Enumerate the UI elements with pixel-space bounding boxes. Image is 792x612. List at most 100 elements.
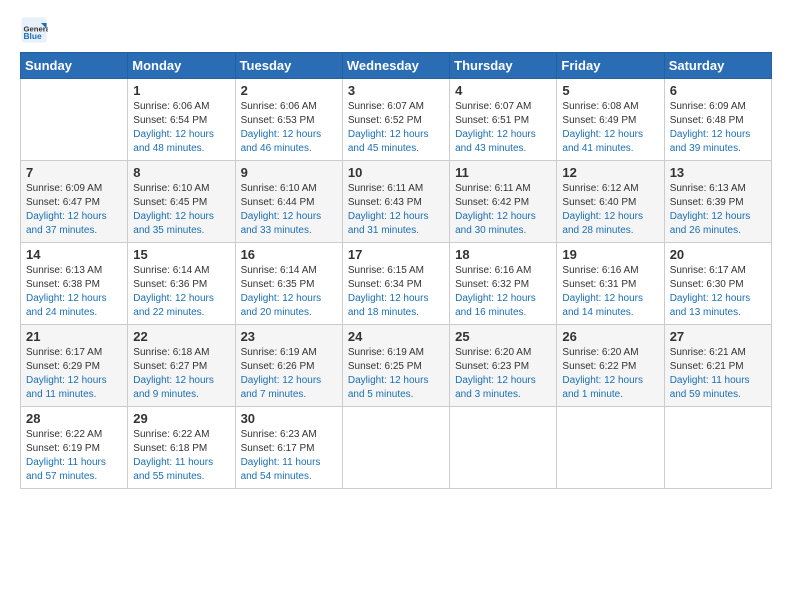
calendar-cell-2-4: 18 Sunrise: 6:16 AM Sunset: 6:32 PM Dayl… xyxy=(450,243,557,325)
day-number: 27 xyxy=(670,329,766,344)
daylight-hours: Daylight: 12 hours and 20 minutes. xyxy=(241,293,322,318)
day-info: Sunrise: 6:14 AM Sunset: 6:35 PM Dayligh… xyxy=(241,264,337,320)
day-info: Sunrise: 6:18 AM Sunset: 6:27 PM Dayligh… xyxy=(133,346,229,402)
daylight-hours: Daylight: 12 hours and 24 minutes. xyxy=(26,293,107,318)
daylight-hours: Daylight: 12 hours and 28 minutes. xyxy=(562,211,643,236)
calendar-cell-2-1: 15 Sunrise: 6:14 AM Sunset: 6:36 PM Dayl… xyxy=(128,243,235,325)
calendar-cell-1-0: 7 Sunrise: 6:09 AM Sunset: 6:47 PM Dayli… xyxy=(21,161,128,243)
calendar-header-wednesday: Wednesday xyxy=(342,53,449,79)
day-info: Sunrise: 6:10 AM Sunset: 6:44 PM Dayligh… xyxy=(241,182,337,238)
calendar-cell-2-3: 17 Sunrise: 6:15 AM Sunset: 6:34 PM Dayl… xyxy=(342,243,449,325)
day-info: Sunrise: 6:19 AM Sunset: 6:26 PM Dayligh… xyxy=(241,346,337,402)
calendar-cell-0-0 xyxy=(21,79,128,161)
day-info: Sunrise: 6:12 AM Sunset: 6:40 PM Dayligh… xyxy=(562,182,658,238)
daylight-hours: Daylight: 12 hours and 26 minutes. xyxy=(670,211,751,236)
day-number: 22 xyxy=(133,329,229,344)
daylight-hours: Daylight: 12 hours and 1 minute. xyxy=(562,375,643,400)
daylight-hours: Daylight: 12 hours and 39 minutes. xyxy=(670,129,751,154)
day-number: 24 xyxy=(348,329,444,344)
day-number: 1 xyxy=(133,83,229,98)
calendar-header-saturday: Saturday xyxy=(664,53,771,79)
calendar-cell-1-3: 10 Sunrise: 6:11 AM Sunset: 6:43 PM Dayl… xyxy=(342,161,449,243)
daylight-hours: Daylight: 12 hours and 30 minutes. xyxy=(455,211,536,236)
day-info: Sunrise: 6:20 AM Sunset: 6:23 PM Dayligh… xyxy=(455,346,551,402)
day-number: 26 xyxy=(562,329,658,344)
day-info: Sunrise: 6:11 AM Sunset: 6:42 PM Dayligh… xyxy=(455,182,551,238)
calendar-cell-2-2: 16 Sunrise: 6:14 AM Sunset: 6:35 PM Dayl… xyxy=(235,243,342,325)
day-info: Sunrise: 6:21 AM Sunset: 6:21 PM Dayligh… xyxy=(670,346,766,402)
daylight-hours: Daylight: 11 hours and 54 minutes. xyxy=(241,457,321,482)
header: General Blue xyxy=(20,16,772,44)
day-number: 8 xyxy=(133,165,229,180)
day-number: 14 xyxy=(26,247,122,262)
day-info: Sunrise: 6:08 AM Sunset: 6:49 PM Dayligh… xyxy=(562,100,658,156)
day-info: Sunrise: 6:07 AM Sunset: 6:52 PM Dayligh… xyxy=(348,100,444,156)
day-number: 6 xyxy=(670,83,766,98)
calendar-header-friday: Friday xyxy=(557,53,664,79)
daylight-hours: Daylight: 12 hours and 18 minutes. xyxy=(348,293,429,318)
calendar-cell-4-5 xyxy=(557,407,664,489)
day-number: 28 xyxy=(26,411,122,426)
daylight-hours: Daylight: 11 hours and 57 minutes. xyxy=(26,457,106,482)
daylight-hours: Daylight: 12 hours and 33 minutes. xyxy=(241,211,322,236)
daylight-hours: Daylight: 12 hours and 14 minutes. xyxy=(562,293,643,318)
day-number: 29 xyxy=(133,411,229,426)
day-number: 11 xyxy=(455,165,551,180)
day-number: 25 xyxy=(455,329,551,344)
day-info: Sunrise: 6:14 AM Sunset: 6:36 PM Dayligh… xyxy=(133,264,229,320)
day-number: 4 xyxy=(455,83,551,98)
day-number: 10 xyxy=(348,165,444,180)
daylight-hours: Daylight: 12 hours and 46 minutes. xyxy=(241,129,322,154)
day-info: Sunrise: 6:16 AM Sunset: 6:32 PM Dayligh… xyxy=(455,264,551,320)
day-info: Sunrise: 6:22 AM Sunset: 6:19 PM Dayligh… xyxy=(26,428,122,484)
daylight-hours: Daylight: 12 hours and 31 minutes. xyxy=(348,211,429,236)
calendar-cell-4-0: 28 Sunrise: 6:22 AM Sunset: 6:19 PM Dayl… xyxy=(21,407,128,489)
calendar-cell-3-0: 21 Sunrise: 6:17 AM Sunset: 6:29 PM Dayl… xyxy=(21,325,128,407)
calendar-week-1: 7 Sunrise: 6:09 AM Sunset: 6:47 PM Dayli… xyxy=(21,161,772,243)
logo-icon: General Blue xyxy=(20,16,48,44)
day-number: 21 xyxy=(26,329,122,344)
calendar-cell-0-2: 2 Sunrise: 6:06 AM Sunset: 6:53 PM Dayli… xyxy=(235,79,342,161)
daylight-hours: Daylight: 11 hours and 55 minutes. xyxy=(133,457,213,482)
calendar-header-tuesday: Tuesday xyxy=(235,53,342,79)
day-info: Sunrise: 6:22 AM Sunset: 6:18 PM Dayligh… xyxy=(133,428,229,484)
calendar-cell-2-0: 14 Sunrise: 6:13 AM Sunset: 6:38 PM Dayl… xyxy=(21,243,128,325)
calendar-cell-3-5: 26 Sunrise: 6:20 AM Sunset: 6:22 PM Dayl… xyxy=(557,325,664,407)
calendar-cell-3-1: 22 Sunrise: 6:18 AM Sunset: 6:27 PM Dayl… xyxy=(128,325,235,407)
day-info: Sunrise: 6:20 AM Sunset: 6:22 PM Dayligh… xyxy=(562,346,658,402)
calendar-cell-1-2: 9 Sunrise: 6:10 AM Sunset: 6:44 PM Dayli… xyxy=(235,161,342,243)
daylight-hours: Daylight: 11 hours and 59 minutes. xyxy=(670,375,750,400)
calendar-header-sunday: Sunday xyxy=(21,53,128,79)
calendar-cell-4-3 xyxy=(342,407,449,489)
daylight-hours: Daylight: 12 hours and 16 minutes. xyxy=(455,293,536,318)
daylight-hours: Daylight: 12 hours and 35 minutes. xyxy=(133,211,214,236)
calendar-cell-3-4: 25 Sunrise: 6:20 AM Sunset: 6:23 PM Dayl… xyxy=(450,325,557,407)
logo: General Blue xyxy=(20,16,52,44)
daylight-hours: Daylight: 12 hours and 3 minutes. xyxy=(455,375,536,400)
calendar-cell-4-1: 29 Sunrise: 6:22 AM Sunset: 6:18 PM Dayl… xyxy=(128,407,235,489)
daylight-hours: Daylight: 12 hours and 45 minutes. xyxy=(348,129,429,154)
day-number: 20 xyxy=(670,247,766,262)
day-info: Sunrise: 6:16 AM Sunset: 6:31 PM Dayligh… xyxy=(562,264,658,320)
daylight-hours: Daylight: 12 hours and 43 minutes. xyxy=(455,129,536,154)
day-info: Sunrise: 6:15 AM Sunset: 6:34 PM Dayligh… xyxy=(348,264,444,320)
daylight-hours: Daylight: 12 hours and 48 minutes. xyxy=(133,129,214,154)
daylight-hours: Daylight: 12 hours and 9 minutes. xyxy=(133,375,214,400)
day-number: 13 xyxy=(670,165,766,180)
calendar-header-monday: Monday xyxy=(128,53,235,79)
day-number: 30 xyxy=(241,411,337,426)
calendar-cell-2-6: 20 Sunrise: 6:17 AM Sunset: 6:30 PM Dayl… xyxy=(664,243,771,325)
day-number: 18 xyxy=(455,247,551,262)
calendar-cell-0-5: 5 Sunrise: 6:08 AM Sunset: 6:49 PM Dayli… xyxy=(557,79,664,161)
day-info: Sunrise: 6:06 AM Sunset: 6:53 PM Dayligh… xyxy=(241,100,337,156)
day-info: Sunrise: 6:07 AM Sunset: 6:51 PM Dayligh… xyxy=(455,100,551,156)
day-number: 3 xyxy=(348,83,444,98)
day-number: 15 xyxy=(133,247,229,262)
calendar-cell-0-1: 1 Sunrise: 6:06 AM Sunset: 6:54 PM Dayli… xyxy=(128,79,235,161)
calendar-week-4: 28 Sunrise: 6:22 AM Sunset: 6:19 PM Dayl… xyxy=(21,407,772,489)
calendar-cell-1-1: 8 Sunrise: 6:10 AM Sunset: 6:45 PM Dayli… xyxy=(128,161,235,243)
calendar-cell-0-3: 3 Sunrise: 6:07 AM Sunset: 6:52 PM Dayli… xyxy=(342,79,449,161)
day-info: Sunrise: 6:09 AM Sunset: 6:47 PM Dayligh… xyxy=(26,182,122,238)
day-number: 12 xyxy=(562,165,658,180)
calendar-cell-2-5: 19 Sunrise: 6:16 AM Sunset: 6:31 PM Dayl… xyxy=(557,243,664,325)
